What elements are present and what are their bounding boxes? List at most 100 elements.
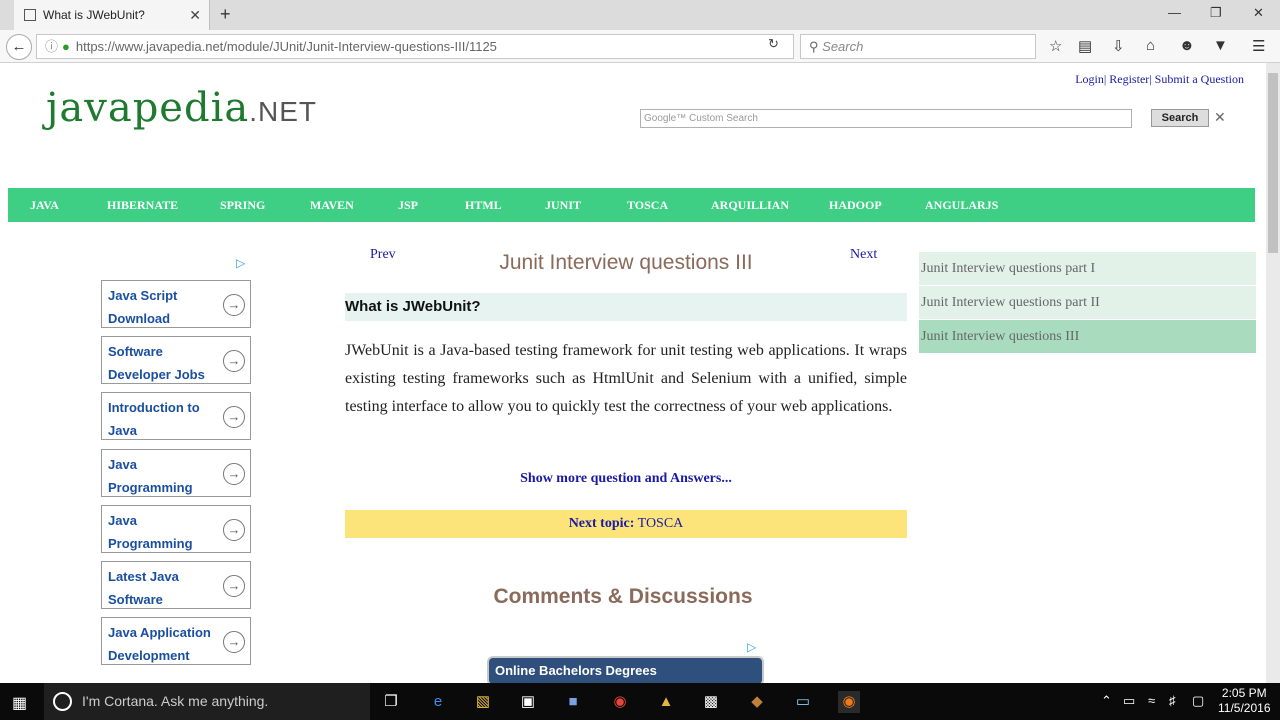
app-icon[interactable]: ◆	[746, 691, 768, 713]
app-icon[interactable]: ■	[562, 691, 584, 713]
edge-icon[interactable]: e	[427, 691, 449, 713]
related-item-label: Junit Interview questions III	[921, 329, 1080, 344]
menu-icon[interactable]: ☰	[1252, 37, 1265, 55]
ad-link[interactable]: Java Programming →	[101, 449, 251, 497]
arrow-right-icon: →	[223, 294, 245, 316]
ad-label: Java Script Download	[108, 288, 178, 326]
store-icon[interactable]: ▣	[517, 691, 539, 713]
logo-suffix: .NET	[249, 96, 317, 127]
new-tab-button[interactable]: +	[220, 4, 231, 25]
tab-strip: What is JWebUnit? ✕ + — ❐ ✕	[0, 0, 1280, 30]
arrow-right-icon: →	[223, 350, 245, 372]
ad-label: Java Application Development	[108, 625, 211, 663]
chevron-up-icon[interactable]: ⌃	[1101, 693, 1112, 709]
cortana-placeholder: I'm Cortana. Ask me anything.	[82, 693, 269, 709]
system-clock[interactable]: 2:05 PM 11/5/2016	[1218, 686, 1271, 716]
menu-item-hibernate[interactable]: HIBERNATE	[107, 188, 178, 222]
comments-heading: Comments & Discussions	[493, 585, 753, 608]
scrollbar-thumb[interactable]	[1268, 73, 1278, 253]
menu-item-hadoop[interactable]: HADOOP	[829, 188, 882, 222]
show-more-link[interactable]: Show more question and Answers...	[345, 471, 907, 487]
ad-link[interactable]: Java Application Development →	[101, 617, 251, 665]
address-bar[interactable]: ⓘ ● https://www.javapedia.net/module/JUnit…	[36, 34, 794, 59]
logo-main: javapedia	[46, 85, 250, 131]
related-item[interactable]: Junit Interview questions part I	[919, 252, 1256, 285]
menu-item-jsp[interactable]: JSP	[398, 188, 418, 222]
terminal-icon[interactable]: ▩	[700, 691, 722, 713]
arrow-right-icon: →	[223, 631, 245, 653]
page-icon	[24, 9, 36, 21]
ad-link[interactable]: Introduction to Java →	[101, 392, 251, 440]
search-button[interactable]: Search	[1151, 109, 1209, 127]
related-item-label: Junit Interview questions part I	[921, 261, 1096, 276]
ad-label: Software Developer Jobs	[108, 344, 205, 382]
app-icon[interactable]: ▲	[655, 691, 677, 713]
page-scrollbar[interactable]	[1266, 63, 1280, 683]
related-item[interactable]: Junit Interview questions part II	[919, 286, 1256, 319]
wifi-icon[interactable]: ≈	[1148, 693, 1155, 708]
menu-item-java[interactable]: JAVA	[30, 188, 59, 222]
ad-label: Latest Java Software	[108, 569, 179, 607]
menu-item-arquillian[interactable]: ARQUILLIAN	[711, 188, 789, 222]
clear-search-icon[interactable]: ✕	[1214, 109, 1226, 126]
next-topic-value[interactable]: TOSCA	[638, 516, 684, 531]
reload-icon[interactable]: ↻	[768, 36, 779, 52]
account-links[interactable]: Login| Register| Submit a Question	[1075, 72, 1244, 87]
cortana-search[interactable]: I'm Cortana. Ask me anything.	[44, 683, 370, 720]
file-explorer-icon[interactable]: ▧	[472, 691, 494, 713]
menu-item-spring[interactable]: SPRING	[220, 188, 265, 222]
tab-active[interactable]: What is JWebUnit? ✕	[14, 0, 210, 30]
back-button[interactable]: ←	[6, 34, 32, 60]
google-search-input[interactable]: Google™ Custom Search	[640, 109, 1132, 128]
menu-item-junit[interactable]: JUNIT	[545, 188, 581, 222]
ad-link[interactable]: Java Script Download →	[101, 280, 251, 328]
ad-link[interactable]: Latest Java Software →	[101, 561, 251, 609]
chrome-icon[interactable]: ◉	[609, 691, 631, 713]
chat-icon[interactable]: ☻	[1179, 37, 1195, 54]
bookmark-star-icon[interactable]: ☆	[1049, 37, 1062, 55]
next-topic-bar[interactable]: Next topic: TOSCA	[345, 510, 907, 538]
reading-list-icon[interactable]: ▤	[1078, 37, 1092, 55]
battery-icon[interactable]: ▭	[1123, 693, 1135, 709]
download-icon[interactable]: ⇩	[1112, 37, 1125, 55]
next-topic-label: Next topic:	[568, 516, 635, 531]
related-item-active[interactable]: Junit Interview questions III	[919, 320, 1256, 353]
ad-label: Introduction to Java	[108, 400, 200, 438]
tab-title: What is JWebUnit?	[43, 8, 145, 22]
search-placeholder: Search	[822, 39, 864, 54]
arrow-right-icon: →	[223, 575, 245, 597]
windows-start-icon[interactable]: ▦	[12, 693, 27, 713]
menu-item-html[interactable]: HTML	[465, 188, 502, 222]
clock-date: 11/5/2016	[1218, 701, 1271, 715]
arrow-right-icon: →	[223, 463, 245, 485]
ad-label: Java Programming	[108, 457, 193, 495]
menu-item-maven[interactable]: MAVEN	[310, 188, 354, 222]
ad-link[interactable]: Software Developer Jobs →	[101, 336, 251, 384]
info-icon[interactable]: ⓘ	[45, 39, 58, 54]
close-tab-icon[interactable]: ✕	[189, 7, 201, 24]
home-icon[interactable]: ⌂	[1146, 37, 1155, 54]
ad-link[interactable]: Java Programming →	[101, 505, 251, 553]
ad-banner[interactable]: Online Bachelors Degrees	[487, 656, 764, 683]
answer-text: JWebUnit is a Java-based testing framewo…	[345, 342, 907, 415]
pocket-icon[interactable]: ▼	[1213, 37, 1228, 54]
taskbar: ▦ I'm Cortana. Ask me anything. ❐ e ▧ ▣ …	[0, 683, 1280, 720]
task-view-icon[interactable]: ❐	[380, 691, 402, 713]
web-page: Login| Register| Submit a Question javap…	[0, 63, 1266, 683]
firefox-icon[interactable]: ◉	[838, 691, 860, 713]
arrow-right-icon: →	[223, 406, 245, 428]
volume-icon[interactable]: ♯	[1169, 693, 1176, 708]
adchoices-icon[interactable]: ▷	[236, 256, 245, 270]
app-icon[interactable]: ▭	[792, 691, 814, 713]
menu-item-tosca[interactable]: TOSCA	[627, 188, 668, 222]
site-logo[interactable]: javapedia.NET	[46, 85, 317, 131]
adchoices-icon[interactable]: ▷	[747, 640, 756, 654]
clock-time: 2:05 PM	[1221, 686, 1267, 700]
maximize-icon[interactable]: ❐	[1210, 5, 1222, 21]
minimize-icon[interactable]: —	[1168, 5, 1181, 20]
browser-search-input[interactable]: ⚲ Search	[800, 34, 1036, 59]
ad-label: Java Programming	[108, 513, 193, 551]
notifications-icon[interactable]: ▢	[1192, 693, 1204, 709]
window-close-icon[interactable]: ✕	[1253, 5, 1264, 21]
menu-item-angularjs[interactable]: ANGULARJS	[925, 188, 998, 222]
